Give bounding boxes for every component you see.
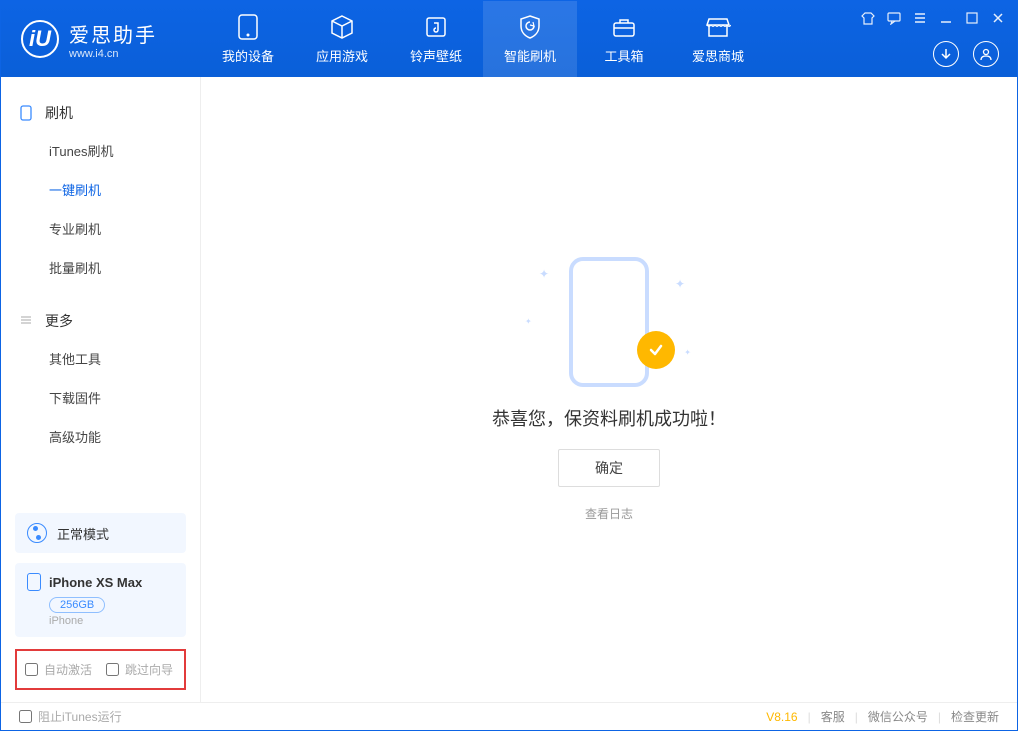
sidebar-item-itunes-flash[interactable]: iTunes刷机: [1, 131, 200, 170]
skip-wizard-label: 跳过向导: [125, 661, 173, 678]
auto-activate-checkbox[interactable]: 自动激活: [25, 661, 92, 678]
success-illustration: ✦ ✦ ✦ ✦: [549, 257, 669, 387]
sidebar-item-advanced[interactable]: 高级功能: [1, 417, 200, 456]
skin-icon[interactable]: [859, 9, 877, 27]
nav-tab-toolbox[interactable]: 工具箱: [577, 1, 671, 77]
toolbox-icon: [610, 14, 638, 40]
sidebar-item-download-firmware[interactable]: 下载固件: [1, 378, 200, 417]
nav-tab-device[interactable]: 我的设备: [201, 1, 295, 77]
version-label: V8.16: [766, 710, 797, 724]
shield-icon: [516, 14, 544, 40]
nav-label: 工具箱: [604, 46, 643, 65]
checkbox-highlight-box: 自动激活 跳过向导: [15, 649, 186, 690]
sidebar-item-onekey-flash[interactable]: 一键刷机: [1, 170, 200, 209]
header: iU 爱思助手 www.i4.cn 我的设备 应用游戏 铃声壁纸 智能刷机 工具…: [1, 1, 1017, 77]
nav-tab-ringtone[interactable]: 铃声壁纸: [389, 1, 483, 77]
sidebar-item-other-tools[interactable]: 其他工具: [1, 339, 200, 378]
nav-label: 我的设备: [222, 46, 274, 65]
more-icon: [19, 313, 35, 329]
device-icon: [234, 14, 262, 40]
sidebar-section-flash: 刷机: [1, 95, 200, 131]
close-button[interactable]: [989, 9, 1007, 27]
device-name-row: iPhone XS Max: [27, 573, 174, 591]
footer-link-support[interactable]: 客服: [821, 708, 845, 725]
feedback-icon[interactable]: [885, 9, 903, 27]
header-actions: [933, 41, 999, 67]
phone-icon: [569, 257, 649, 387]
store-icon: [704, 14, 732, 40]
sidebar-item-pro-flash[interactable]: 专业刷机: [1, 209, 200, 248]
auto-activate-input[interactable]: [25, 663, 38, 676]
window-controls: [859, 9, 1007, 27]
nav-tab-flash[interactable]: 智能刷机: [483, 1, 577, 77]
nav-label: 铃声壁纸: [410, 46, 462, 65]
sidebar-section-title: 刷机: [45, 103, 73, 123]
phone-outline-icon: [19, 105, 35, 121]
app-url: www.i4.cn: [69, 48, 157, 60]
device-box[interactable]: iPhone XS Max 256GB iPhone: [15, 563, 186, 637]
sidebar-section-title: 更多: [45, 311, 73, 331]
minimize-button[interactable]: [937, 9, 955, 27]
mode-label: 正常模式: [57, 524, 109, 543]
main-content: ✦ ✦ ✦ ✦ 恭喜您，保资料刷机成功啦！ 确定 查看日志: [201, 77, 1017, 702]
auto-activate-label: 自动激活: [44, 661, 92, 678]
skip-wizard-checkbox[interactable]: 跳过向导: [106, 661, 173, 678]
nav-tabs: 我的设备 应用游戏 铃声壁纸 智能刷机 工具箱 爱思商城: [201, 1, 765, 77]
device-capacity: 256GB: [49, 597, 105, 613]
sidebar: 刷机 iTunes刷机 一键刷机 专业刷机 批量刷机 更多 其他工具 下载固件 …: [1, 77, 201, 702]
app-name: 爱思助手: [69, 19, 157, 48]
body: 刷机 iTunes刷机 一键刷机 专业刷机 批量刷机 更多 其他工具 下载固件 …: [1, 77, 1017, 702]
mode-box[interactable]: 正常模式: [15, 513, 186, 553]
block-itunes-input[interactable]: [19, 710, 32, 723]
nav-tab-apps[interactable]: 应用游戏: [295, 1, 389, 77]
nav-label: 智能刷机: [504, 46, 556, 65]
logo-area: iU 爱思助手 www.i4.cn: [1, 19, 201, 60]
device-name: iPhone XS Max: [49, 575, 142, 590]
footer-link-update[interactable]: 检查更新: [951, 708, 999, 725]
sidebar-item-batch-flash[interactable]: 批量刷机: [1, 248, 200, 287]
ok-button[interactable]: 确定: [558, 449, 660, 487]
music-icon: [422, 14, 450, 40]
sidebar-section-more: 更多: [1, 303, 200, 339]
maximize-button[interactable]: [963, 9, 981, 27]
footer: 阻止iTunes运行 V8.16 | 客服 | 微信公众号 | 检查更新: [1, 702, 1017, 730]
menu-icon[interactable]: [911, 9, 929, 27]
download-button[interactable]: [933, 41, 959, 67]
device-type: iPhone: [49, 615, 174, 627]
nav-label: 应用游戏: [316, 46, 368, 65]
block-itunes-label: 阻止iTunes运行: [38, 708, 122, 725]
nav-tab-store[interactable]: 爱思商城: [671, 1, 765, 77]
account-button[interactable]: [973, 41, 999, 67]
block-itunes-checkbox[interactable]: 阻止iTunes运行: [19, 708, 122, 725]
check-badge-icon: [637, 331, 675, 369]
device-outline-icon: [27, 573, 41, 591]
mode-icon: [27, 523, 47, 543]
success-message: 恭喜您，保资料刷机成功啦！: [492, 405, 726, 431]
view-log-link[interactable]: 查看日志: [585, 505, 633, 522]
footer-link-wechat[interactable]: 微信公众号: [868, 708, 928, 725]
cube-icon: [328, 14, 356, 40]
skip-wizard-input[interactable]: [106, 663, 119, 676]
logo-icon: iU: [21, 20, 59, 58]
nav-label: 爱思商城: [692, 46, 744, 65]
